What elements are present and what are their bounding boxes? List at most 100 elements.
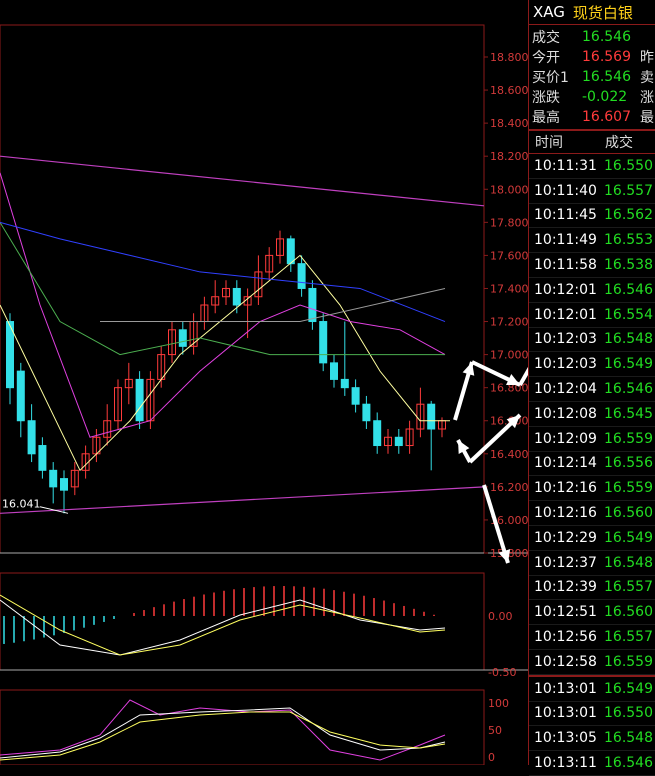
trade-time: 10:13:01	[534, 680, 597, 697]
trade-price: 16.562	[604, 207, 653, 224]
quote-value: 16.546	[582, 69, 631, 85]
candle-body	[178, 329, 187, 347]
candle-body	[16, 370, 25, 422]
price-axis-label: 18.000	[490, 183, 528, 196]
kdj-k-line	[0, 707, 446, 759]
trade-time: 10:11:49	[534, 232, 597, 249]
kdj-j-line	[0, 699, 446, 761]
trade-time: 10:11:58	[534, 257, 597, 274]
trade-price: 16.549	[604, 680, 653, 697]
quote-row-change: 涨跌 -0.022 涨	[529, 87, 655, 107]
quote-extra: 卖	[640, 70, 654, 86]
trade-price: 16.556	[604, 455, 653, 472]
trade-time: 10:12:39	[534, 579, 597, 596]
trade-row: 10:12:04 16.546	[529, 377, 655, 402]
trade-row: 10:12:01 16.554	[529, 303, 655, 328]
trade-price: 16.554	[604, 306, 653, 323]
quote-row-last: 成交 16.546	[529, 27, 655, 47]
quote-label: 成交	[532, 30, 560, 46]
trade-price: 16.560	[604, 604, 653, 621]
candle-body	[286, 238, 295, 265]
trade-row: 10:11:40 16.557	[529, 179, 655, 204]
resistance-trendline	[0, 155, 485, 207]
quote-row-high: 最高 16.607 最	[529, 107, 655, 127]
kdj-d-line	[0, 711, 446, 761]
trade-time: 10:12:16	[534, 505, 597, 522]
candle-body	[27, 420, 36, 455]
candle-body	[373, 420, 382, 447]
trade-row: 10:12:16 16.559	[529, 476, 655, 502]
instrument-symbol: XAG	[533, 3, 565, 21]
quote-label: 买价1	[532, 70, 569, 86]
quote-label: 今开	[532, 50, 560, 66]
macd-frame	[0, 572, 485, 671]
trade-time: 10:12:03	[534, 356, 597, 373]
trade-row: 10:13:01 16.549	[529, 674, 655, 702]
trade-row: 10:12:51 16.560	[529, 600, 655, 626]
trade-row: 10:13:05 16.548	[529, 726, 655, 752]
price-axis-label: 17.600	[490, 249, 528, 262]
trade-time: 10:12:37	[534, 554, 597, 571]
trades-header-price: 成交	[605, 135, 633, 151]
trade-price: 16.553	[604, 232, 653, 249]
trade-row: 10:12:09 16.559	[529, 427, 655, 452]
kline-chart-area[interactable]: 18.800 18.600 18.400 18.200 18.000 17.800 17.6…	[0, 0, 528, 765]
trade-row: 10:12:37 16.548	[529, 551, 655, 576]
quote-row-open: 今开 16.569 昨	[529, 47, 655, 67]
trades-header-time: 时间	[535, 135, 563, 151]
trade-price: 16.548	[604, 554, 653, 571]
trade-price: 16.546	[604, 281, 653, 298]
trade-row: 10:12:01 16.546	[529, 278, 655, 303]
trade-price: 16.559	[604, 480, 653, 497]
main-frame	[0, 24, 485, 554]
trade-time: 10:13:01	[534, 705, 597, 722]
trade-time: 10:12:08	[534, 405, 597, 422]
trade-time: 10:12:16	[534, 480, 597, 497]
candle-body	[297, 263, 306, 289]
trades-header: 时间 成交	[529, 131, 655, 154]
trade-row: 10:12:08 16.545	[529, 402, 655, 427]
candle-body	[49, 469, 58, 488]
candle-body	[60, 478, 68, 491]
instrument-name: 现货白银	[572, 3, 633, 22]
price-axis-label: 17.000	[490, 349, 528, 362]
trade-row: 10:12:56 16.557	[529, 625, 655, 650]
trade-time: 10:12:03	[534, 331, 597, 348]
trade-time: 10:12:58	[534, 653, 597, 670]
quote-value: 16.546	[582, 29, 631, 45]
trade-price: 16.559	[604, 653, 653, 670]
quote-extra: 昨	[640, 50, 654, 66]
quote-label: 最高	[532, 110, 560, 126]
price-axis-label: 18.200	[490, 150, 528, 163]
trade-time: 10:12:09	[534, 430, 597, 447]
trade-row: 10:12:16 16.560	[529, 501, 655, 526]
trade-row: 10:11:31 16.550	[529, 154, 655, 179]
quote-extra: 涨	[640, 90, 654, 106]
trade-price: 16.550	[604, 157, 653, 174]
trade-time: 10:12:01	[534, 281, 597, 298]
macd-axis-label: 0.00	[488, 610, 513, 623]
trade-row: 10:12:14 16.556	[529, 452, 655, 477]
kdj-axis-label: 100	[488, 697, 509, 710]
trade-time: 10:12:56	[534, 629, 597, 646]
trade-row: 10:12:39 16.557	[529, 576, 655, 601]
quote-label: 涨跌	[532, 90, 560, 106]
trade-time: 10:12:01	[534, 306, 597, 323]
trade-price: 16.557	[604, 629, 653, 646]
price-chart[interactable]: 18.800 18.600 18.400 18.200 18.000 17.800 17.6…	[0, 0, 528, 765]
quote-value: 16.569	[582, 49, 631, 65]
price-axis-label: 17.200	[490, 316, 528, 329]
candle-body	[330, 362, 338, 380]
kdj-frame	[0, 689, 485, 765]
ma10-line	[0, 172, 446, 438]
trade-price: 16.549	[604, 529, 653, 546]
trade-row: 10:12:29 16.549	[529, 526, 655, 551]
price-axis-label: 18.400	[490, 117, 528, 130]
trade-row: 10:11:49 16.553	[529, 228, 655, 254]
kdj-axis-label: 0	[488, 751, 495, 764]
price-axis-label: 18.800	[490, 51, 528, 64]
kdj-axis-label: 50	[488, 724, 502, 737]
ma5-line	[0, 254, 450, 472]
trade-time: 10:13:11	[534, 755, 597, 772]
trade-list[interactable]: 10:11:31 16.550 10:11:40 16.557 10:11:45 16.5…	[529, 154, 655, 776]
